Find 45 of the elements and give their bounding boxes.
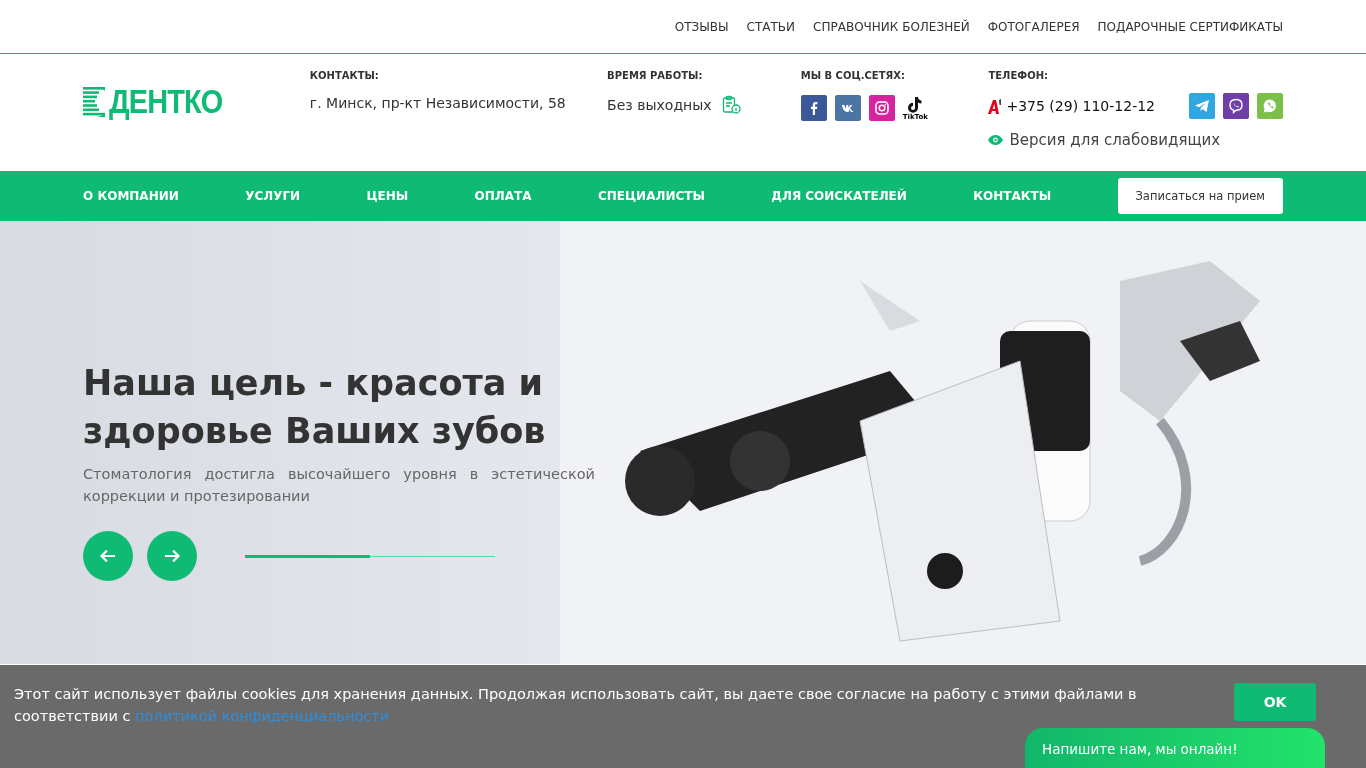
vk-mark-icon xyxy=(840,103,855,113)
eye-icon xyxy=(988,135,1004,145)
phone-number[interactable]: +375 (29) 110-12-12 xyxy=(1006,98,1155,114)
camera-icon xyxy=(874,101,889,115)
arrow-left-icon xyxy=(100,549,116,563)
hours-text: Без выходных xyxy=(607,96,712,113)
viber-icon[interactable] xyxy=(1223,93,1249,119)
vk-icon[interactable] xyxy=(834,95,861,121)
phone-heading: ТЕЛЕФОН: xyxy=(988,70,1050,81)
instagram-icon[interactable] xyxy=(868,95,895,121)
appointment-button[interactable]: Записаться на прием xyxy=(1117,178,1283,214)
logo-stripes-icon xyxy=(83,86,105,117)
nav-link[interactable]: О КОМПАНИИ xyxy=(83,189,179,203)
hero-subtitle: Стоматология достигла высочайшего уровня в эстетической коррекции и протезировании xyxy=(83,465,595,506)
phone-bubble-icon xyxy=(1228,98,1244,114)
letter-f-icon xyxy=(808,101,819,115)
telegram-icon[interactable] xyxy=(1189,93,1215,119)
facebook-icon[interactable] xyxy=(800,95,827,121)
nav-link[interactable]: УСЛУГИ xyxy=(245,189,301,203)
hero-title: Наша цель - красота и здоровье Ваших зубов xyxy=(83,362,547,453)
hours-heading: ВРЕМЯ РАБОТЫ: xyxy=(607,70,704,81)
top-menu-link[interactable]: СПРАВОЧНИК БОЛЕЗНЕЙ xyxy=(813,19,970,34)
nav-link[interactable]: СПЕЦИАЛИСТЫ xyxy=(597,189,705,203)
top-menu-link[interactable]: СТАТЬИ xyxy=(746,19,796,34)
address-text: г. Минск, пр-кт Независимости, 58 xyxy=(309,95,566,111)
clipboard-info-icon xyxy=(721,95,741,114)
accessibility-link[interactable]: Версия для слабовидящих xyxy=(988,131,1283,149)
top-menu-link[interactable]: ФОТОГАЛЕРЕЯ xyxy=(987,19,1080,34)
nav-link[interactable]: ОПЛАТА xyxy=(474,189,532,203)
arrow-right-icon xyxy=(164,549,180,563)
paper-plane-icon xyxy=(1194,99,1210,113)
top-menu-link[interactable]: ПОДАРОЧНЫЕ СЕРТИФИКАТЫ xyxy=(1097,19,1283,34)
nav-link[interactable]: КОНТАКТЫ xyxy=(973,189,1052,203)
nav-link[interactable]: ДЛЯ СОИСКАТЕЛЕЙ xyxy=(771,189,907,203)
operator-logo-icon xyxy=(988,98,1004,114)
nav-link[interactable]: ЦЕНЫ xyxy=(366,189,409,203)
top-menu-link[interactable]: ОТЗЫВЫ xyxy=(674,19,729,34)
note-icon xyxy=(907,95,924,113)
ok-button[interactable]: OK xyxy=(1234,683,1316,721)
logo-text[interactable]: ДЕНТКО xyxy=(109,82,223,121)
social-heading: МЫ В СОЦ.СЕТЯХ: xyxy=(800,70,906,81)
phone-bubble-icon xyxy=(1262,98,1278,114)
contacts-heading: КОНТАКТЫ: xyxy=(309,70,380,81)
privacy-policy-link[interactable]: политикой конфиденциальности xyxy=(135,708,390,724)
chat-button[interactable]: Напишите нам, мы онлайн! xyxy=(1025,728,1325,768)
